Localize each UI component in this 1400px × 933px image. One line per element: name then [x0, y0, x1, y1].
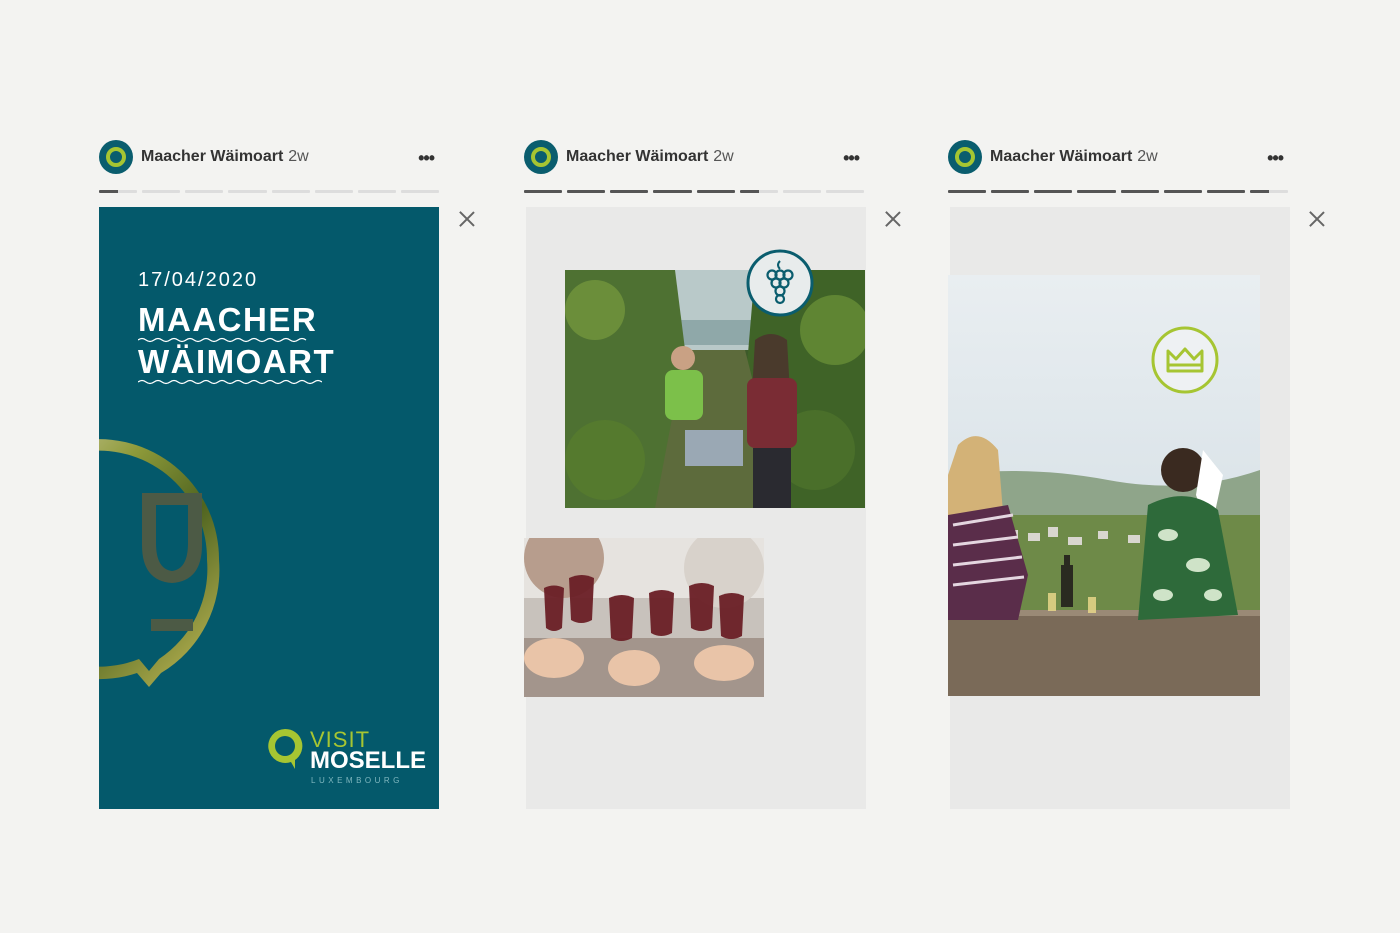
logo-moselle-text: MOSELLE [310, 747, 427, 774]
progress-segment [991, 190, 1030, 193]
visit-moselle-logo-icon [955, 147, 975, 167]
avatar[interactable] [948, 140, 982, 174]
wine-toast-photo [524, 538, 764, 697]
progress-segment [1077, 190, 1116, 193]
story-header: Maacher Wäimoart 2w ••• [99, 140, 444, 174]
story-card-poster[interactable]: 17/04/2020 MAACHER WÄIMOART VISIT MOSELL… [99, 207, 439, 809]
event-title-line-2: WÄIMOART [138, 343, 336, 380]
progress-segment [696, 190, 735, 193]
vineyard-harvest-photo [565, 270, 865, 508]
story-progress [948, 190, 1288, 193]
more-options-icon[interactable]: ••• [1267, 148, 1284, 169]
story-progress [524, 190, 864, 193]
account-name[interactable]: Maacher Wäimoart [566, 148, 708, 166]
event-title-line-1: MAACHER [138, 301, 318, 338]
visit-moselle-logo-icon [531, 147, 551, 167]
account-name[interactable]: Maacher Wäimoart [141, 148, 283, 166]
progress-segment [1206, 190, 1245, 193]
progress-segment [610, 190, 649, 193]
progress-segment [1120, 190, 1159, 193]
progress-segment [228, 190, 267, 193]
story-progress [99, 190, 439, 193]
wave-underline [138, 379, 322, 385]
progress-segment [739, 190, 778, 193]
progress-segment [825, 190, 864, 193]
progress-segment [357, 190, 396, 193]
story-2[interactable]: Maacher Wäimoart 2w ••• [524, 140, 869, 193]
logo-luxembourg-text: LUXEMBOURG [311, 776, 403, 785]
account-name[interactable]: Maacher Wäimoart [990, 148, 1132, 166]
more-options-icon[interactable]: ••• [843, 148, 860, 169]
avatar[interactable] [99, 140, 133, 174]
avatar[interactable] [524, 140, 558, 174]
progress-segment [948, 190, 987, 193]
moselle-logo-icon [268, 728, 303, 769]
post-age: 2w [713, 148, 734, 165]
progress-segment [524, 190, 563, 193]
story-header: Maacher Wäimoart 2w ••• [524, 140, 869, 174]
progress-segment [271, 190, 310, 193]
visit-moselle-logo: VISIT MOSELLE LUXEMBOURG [265, 727, 427, 787]
progress-segment [1249, 190, 1288, 193]
wine-glass-icon [99, 439, 220, 687]
progress-segment [653, 190, 692, 193]
progress-segment [314, 190, 353, 193]
story-3[interactable]: Maacher Wäimoart 2w ••• [948, 140, 1293, 193]
progress-segment [1163, 190, 1202, 193]
progress-segment [99, 190, 138, 193]
post-age: 2w [288, 148, 309, 165]
close-icon[interactable] [884, 209, 902, 227]
story-1[interactable]: Maacher Wäimoart 2w ••• [99, 140, 444, 193]
event-date: 17/04/2020 [138, 269, 259, 291]
crown-icon [1151, 326, 1219, 394]
progress-segment [567, 190, 606, 193]
more-options-icon[interactable]: ••• [418, 148, 435, 169]
close-icon[interactable] [458, 209, 476, 227]
progress-segment [185, 190, 224, 193]
visit-moselle-logo-icon [106, 147, 126, 167]
grape-icon [746, 249, 814, 317]
close-icon[interactable] [1308, 209, 1326, 227]
progress-segment [782, 190, 821, 193]
progress-segment [400, 190, 439, 193]
post-age: 2w [1137, 148, 1158, 165]
story-header: Maacher Wäimoart 2w ••• [948, 140, 1293, 174]
progress-segment [1034, 190, 1073, 193]
progress-segment [142, 190, 181, 193]
